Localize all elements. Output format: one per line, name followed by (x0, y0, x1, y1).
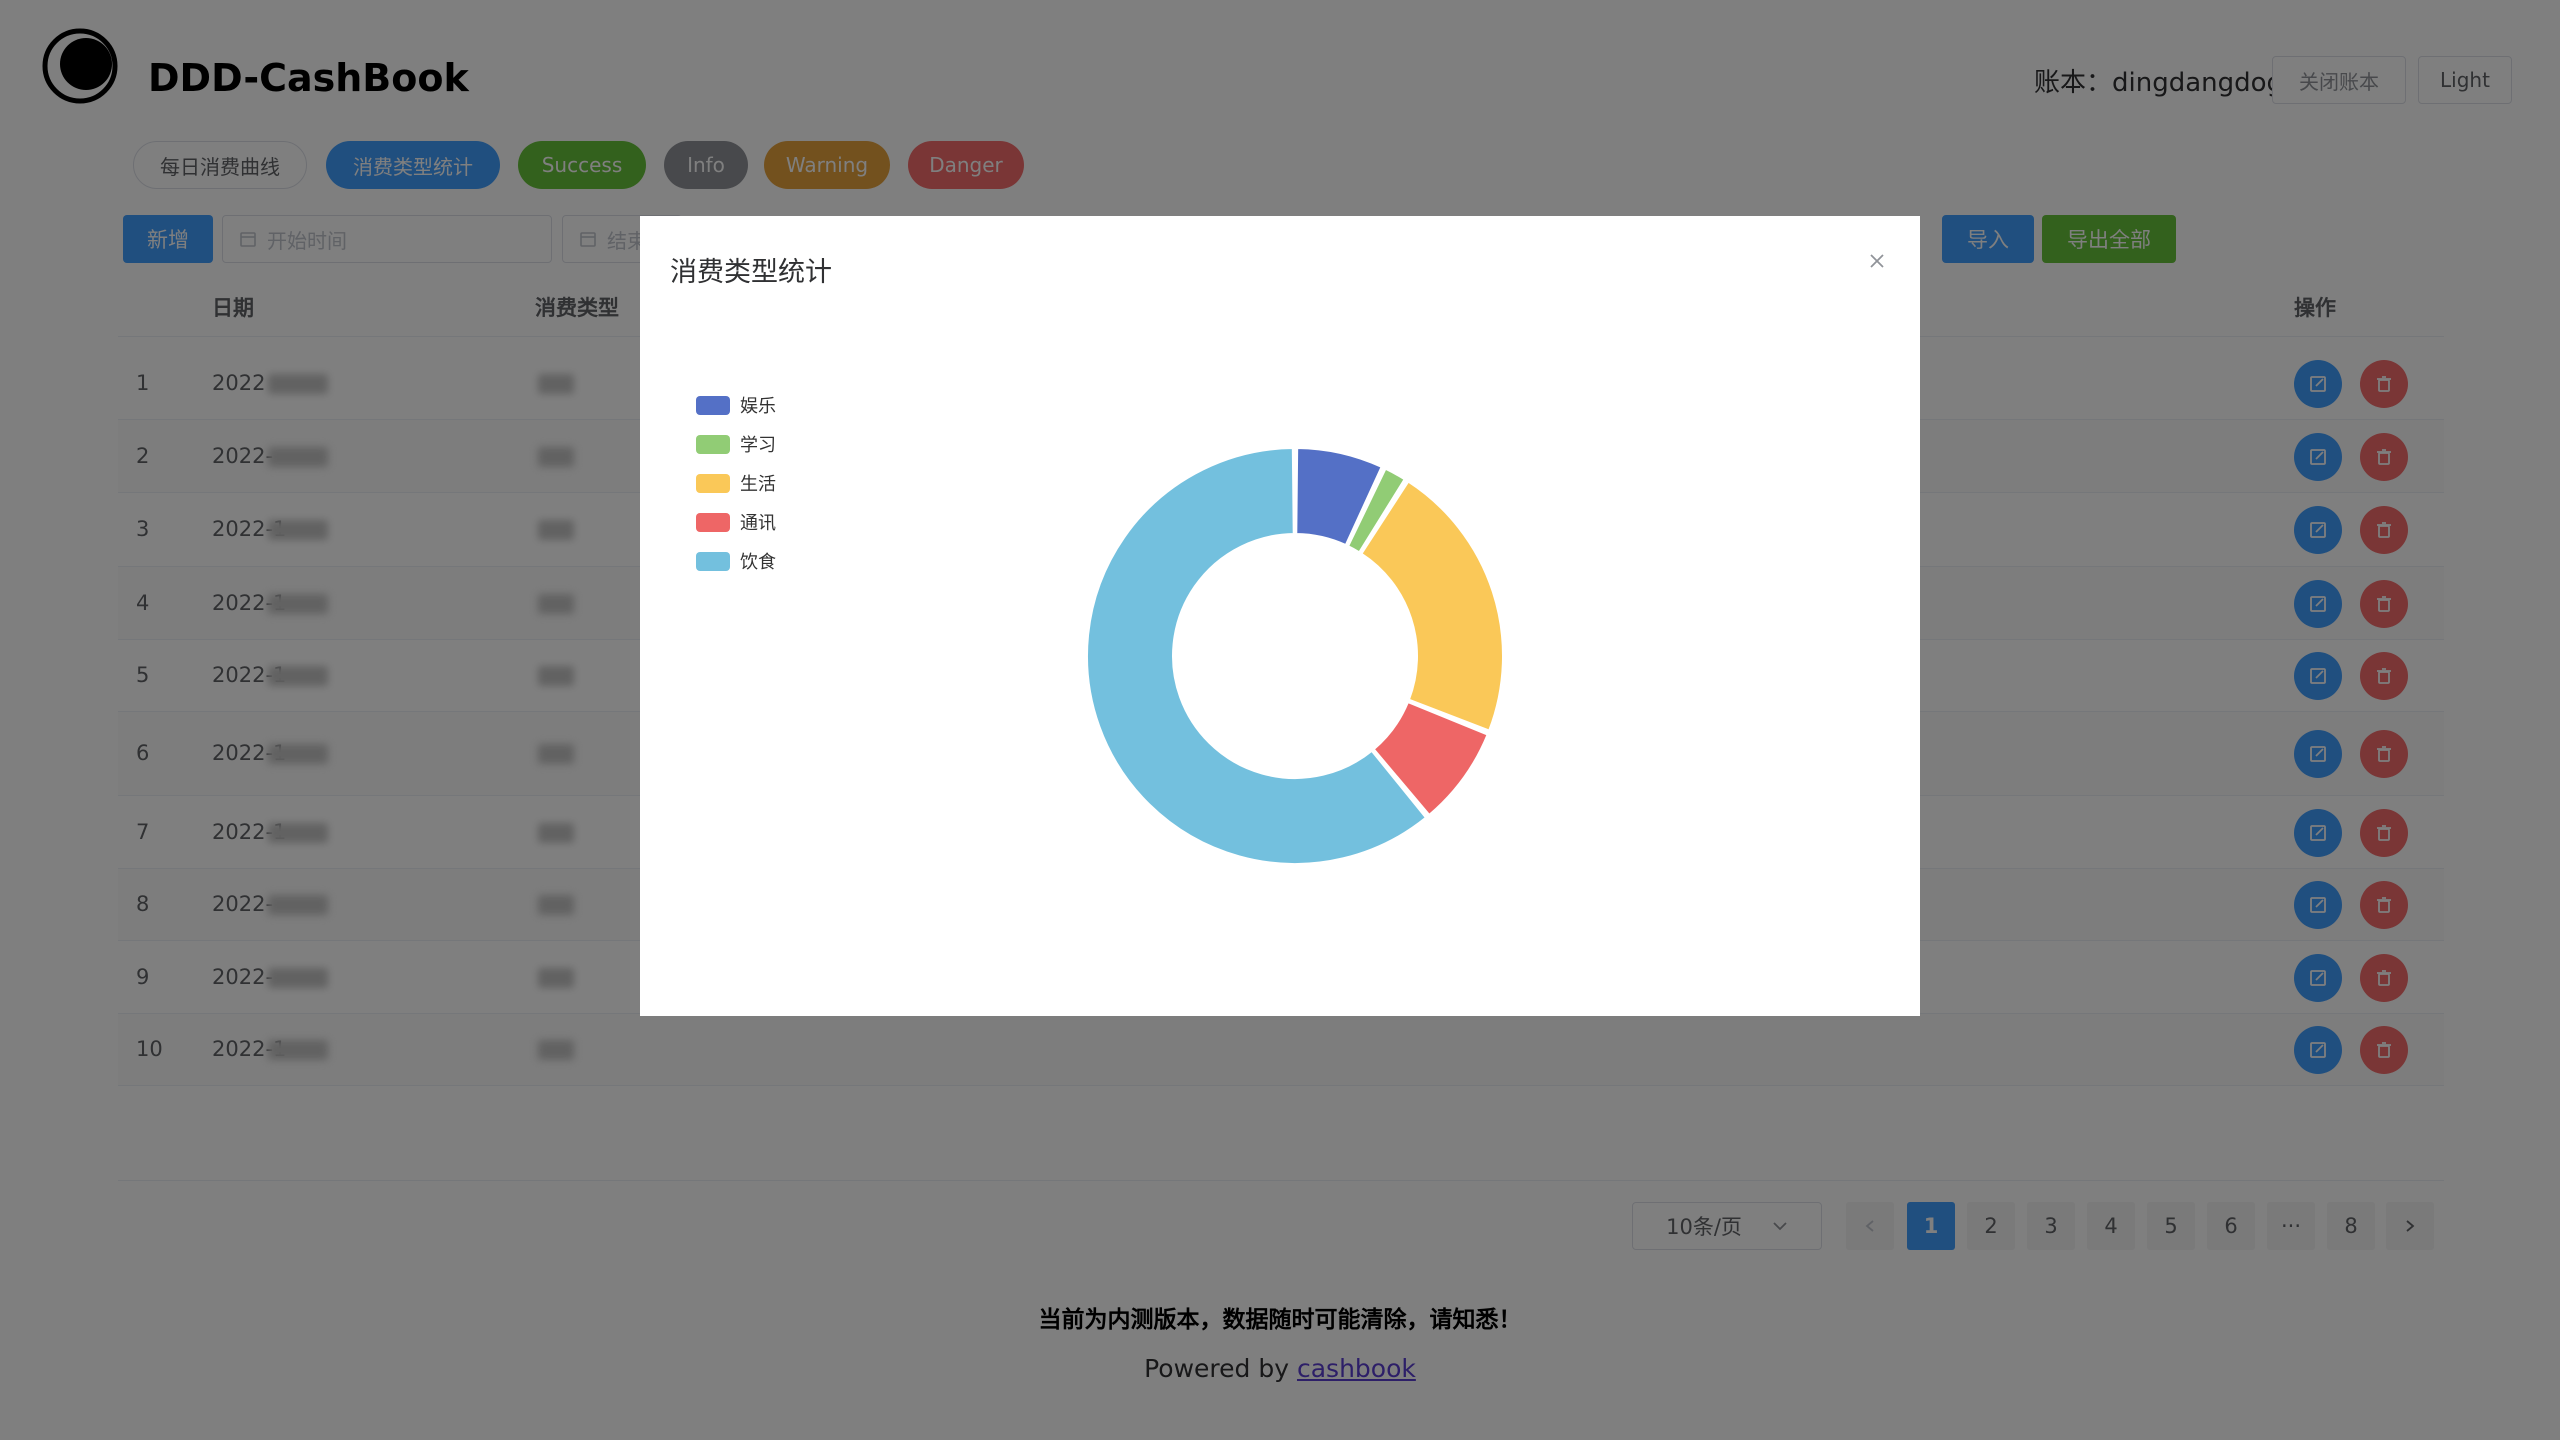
type-stats-dialog: 消费类型统计 娱乐 学习 生活 通讯 饮食 (640, 216, 1920, 1016)
donut-slice-2[interactable] (1360, 480, 1504, 732)
donut-chart (1086, 447, 1504, 865)
page: DDD-CashBook 账本：dingdangdog 关闭账本 Light 每… (0, 0, 2560, 1440)
